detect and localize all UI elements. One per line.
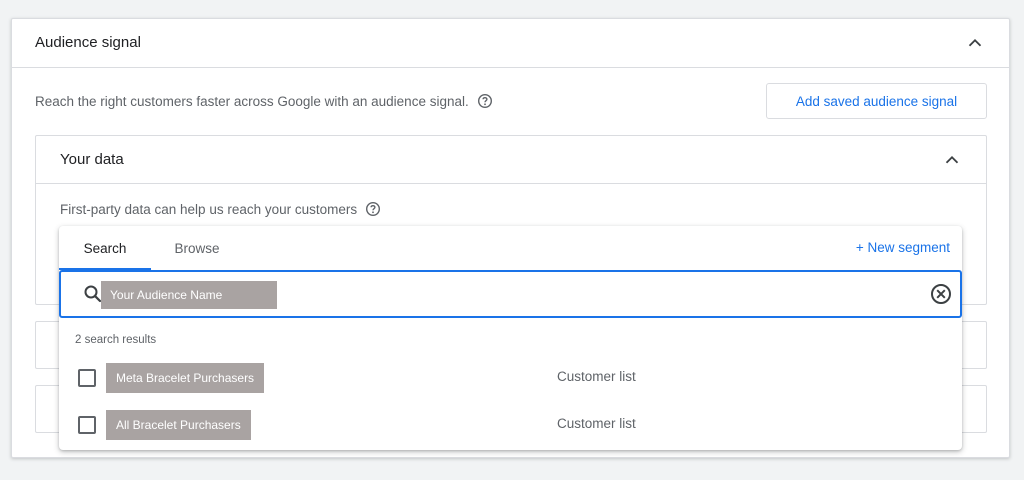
search-box	[59, 270, 962, 318]
clear-icon[interactable]	[929, 282, 953, 306]
result-type: Customer list	[557, 416, 636, 431]
audience-signal-title: Audience signal	[35, 34, 141, 51]
result-type: Customer list	[557, 369, 636, 384]
your-data-description-text: First-party data can help us reach your …	[60, 201, 358, 217]
list-item[interactable]: All Bracelet Purchasers Customer list	[59, 408, 962, 444]
result-checkbox[interactable]	[78, 369, 96, 387]
add-saved-audience-signal-button[interactable]: Add saved audience signal	[766, 83, 987, 119]
result-name: All Bracelet Purchasers	[106, 410, 251, 440]
dropdown-tabs: Search Browse + New segment	[59, 226, 962, 270]
your-data-header[interactable]: Your data	[36, 136, 986, 184]
audience-signal-header[interactable]: Audience signal	[12, 19, 1009, 68]
chevron-up-icon[interactable]	[964, 32, 986, 54]
help-icon[interactable]	[477, 93, 493, 109]
search-input[interactable]	[101, 281, 277, 309]
chevron-up-icon[interactable]	[941, 149, 963, 171]
new-segment-link[interactable]: + New segment	[856, 240, 950, 255]
search-icon	[83, 284, 103, 304]
result-count: 2 search results	[75, 334, 157, 346]
your-data-description: First-party data can help us reach your …	[60, 201, 381, 217]
audience-search-dropdown: Search Browse + New segment 2 search res…	[59, 226, 962, 450]
your-data-title: Your data	[60, 151, 124, 168]
audience-signal-intro: Reach the right customers faster across …	[35, 93, 493, 109]
list-item[interactable]: Meta Bracelet Purchasers Customer list	[59, 361, 962, 397]
result-name: Meta Bracelet Purchasers	[106, 363, 265, 393]
tab-browse[interactable]: Browse	[155, 226, 239, 270]
result-checkbox[interactable]	[78, 416, 96, 434]
tab-search[interactable]: Search	[59, 226, 151, 270]
intro-text: Reach the right customers faster across …	[35, 93, 469, 109]
help-icon[interactable]	[365, 201, 381, 217]
